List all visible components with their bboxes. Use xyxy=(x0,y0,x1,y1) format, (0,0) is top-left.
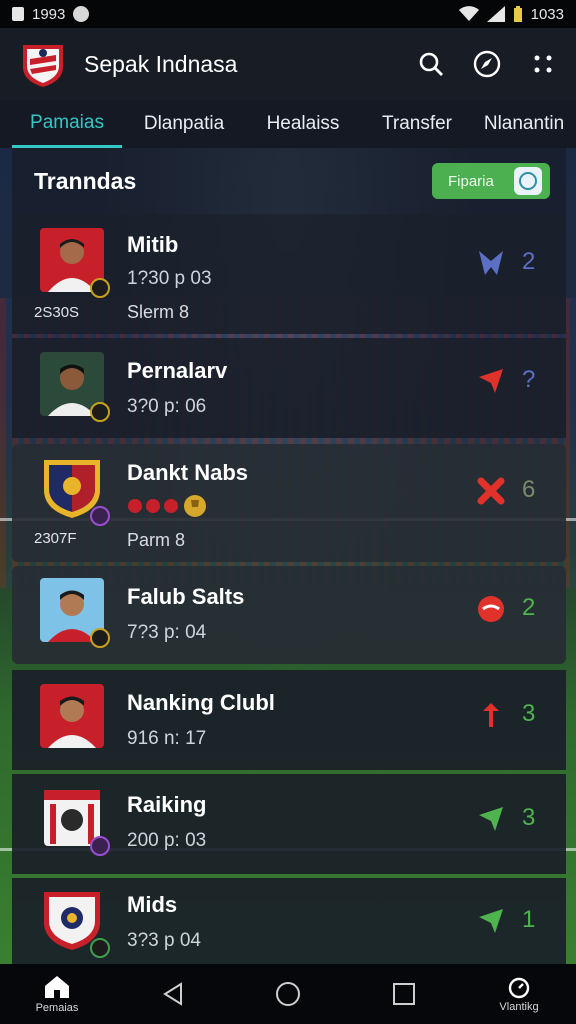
nav-home-label: Pemaias xyxy=(35,1002,79,1014)
red-form-icon xyxy=(128,499,178,513)
search-icon xyxy=(419,52,443,76)
down-arrow-icon xyxy=(476,248,506,278)
status-time: 1993 xyxy=(32,5,66,23)
item-sub-number: 2S30S xyxy=(34,304,80,321)
item-name: Mids xyxy=(127,892,178,917)
tab-nlanantin[interactable]: Nlanantin xyxy=(472,100,576,148)
tab-healaiss[interactable]: Healaiss xyxy=(244,100,362,148)
main-content: Tranndas Fiparia 2S30S Mitib 1?30 p 03 S… xyxy=(12,148,566,964)
list-item[interactable]: 2S30S Mitib 1?30 p 03 Slerm 8 2 xyxy=(12,214,566,334)
item-detail: 3?0 p: 06 xyxy=(127,396,207,417)
status-bar: 1993 1033 xyxy=(0,0,576,28)
item-name: Pernalarv xyxy=(127,358,228,383)
more-button[interactable] xyxy=(528,49,558,79)
sim-card-icon xyxy=(12,7,24,21)
compass-button[interactable] xyxy=(472,49,502,79)
list-item[interactable]: 2307F Dankt Nabs Parm 8 6 xyxy=(12,444,566,562)
item-detail: 3?3 p 04 xyxy=(127,930,201,951)
bottom-nav-bar: Pemaias Vlantikg xyxy=(0,964,576,1024)
trend-value: 6 xyxy=(522,476,536,503)
tab-dlanpatia[interactable]: Dlanpatia xyxy=(124,100,244,148)
item-detail: 1?30 p 03 xyxy=(127,268,212,289)
nav-right-button[interactable]: Vlantikg xyxy=(474,975,564,1013)
item-sub-number: 2307F xyxy=(34,530,77,547)
club-badge-icon xyxy=(90,278,110,298)
list-item[interactable]: Falub Salts 7?3 p: 04 2 xyxy=(12,566,566,664)
nav-home-button[interactable]: Pemaias xyxy=(12,974,102,1014)
club-badge-icon xyxy=(90,938,110,958)
green-up-arrow-icon xyxy=(476,906,506,936)
filter-label: Fiparia xyxy=(448,172,494,190)
list-item[interactable]: Pernalarv 3?0 p: 06 ? xyxy=(12,338,566,438)
back-icon xyxy=(162,982,182,1006)
trend-value: 2 xyxy=(522,248,536,275)
nav-right-label: Vlantikg xyxy=(499,1001,539,1013)
more-icon xyxy=(534,55,552,73)
item-name: Dankt Nabs xyxy=(127,460,249,485)
item-extra: Parm 8 xyxy=(127,530,186,550)
trend-value: ? xyxy=(522,366,536,393)
filter-toggle[interactable]: Fiparia xyxy=(432,163,550,199)
item-name: Nanking Clubl xyxy=(127,690,275,715)
item-extra: Slerm 8 xyxy=(127,302,190,322)
club-badge-icon xyxy=(90,402,110,422)
tab-transfer[interactable]: Transfer xyxy=(362,100,472,148)
club-badge-icon xyxy=(90,836,110,856)
form-icons xyxy=(127,494,207,518)
item-name: Mitib xyxy=(127,232,179,257)
club-badge-icon xyxy=(90,628,110,648)
recents-icon xyxy=(392,983,415,1005)
recents-button[interactable] xyxy=(359,982,449,1006)
red-ball-icon xyxy=(476,594,506,624)
item-name: Falub Salts xyxy=(127,584,245,609)
green-up-arrow-icon xyxy=(476,804,506,834)
toggle-knob xyxy=(514,167,542,195)
item-detail: 7?3 p: 04 xyxy=(127,622,207,643)
signal-icon xyxy=(486,6,505,22)
list-item[interactable]: Mids 3?3 p 04 1 xyxy=(12,878,566,964)
notification-icon xyxy=(73,6,90,22)
list-item[interactable]: Raiking 200 p: 03 3 xyxy=(12,774,566,874)
item-name: Raiking xyxy=(127,792,207,817)
section-title: Tranndas xyxy=(34,167,137,194)
item-detail: 916 n: 17 xyxy=(127,728,207,749)
home-icon xyxy=(45,976,69,998)
red-cross-icon xyxy=(476,476,506,506)
trophy-icon xyxy=(184,495,206,517)
trend-value: 1 xyxy=(522,906,536,933)
app-title: Sepak Indnasa xyxy=(84,50,238,77)
club-badge-icon xyxy=(90,506,110,526)
tab-pamaias[interactable]: Pamaias xyxy=(12,100,122,148)
back-button[interactable] xyxy=(128,982,218,1006)
app-bar: Sepak Indnasa xyxy=(0,28,576,100)
home-circle-button[interactable] xyxy=(243,981,333,1007)
status-clock: 1033 xyxy=(530,5,564,23)
red-up-arrow-icon xyxy=(476,366,506,396)
compass-icon xyxy=(473,50,501,78)
trend-value: 3 xyxy=(522,700,536,727)
circle-home-icon xyxy=(276,982,300,1006)
item-detail: 200 p: 03 xyxy=(127,830,207,851)
wifi-icon xyxy=(458,6,479,22)
player-avatar xyxy=(40,684,104,748)
list-item[interactable]: Nanking Clubl 916 n: 17 3 xyxy=(12,670,566,770)
search-button[interactable] xyxy=(416,49,446,79)
tab-bar: Pamaias Dlanpatia Healaiss Transfer Nlan… xyxy=(0,100,576,148)
red-flag-icon xyxy=(476,700,506,730)
section-header: Tranndas Fiparia xyxy=(12,148,566,214)
stopwatch-icon xyxy=(508,977,530,999)
battery-icon xyxy=(513,6,523,22)
club-logo xyxy=(23,45,63,87)
trend-value: 3 xyxy=(522,804,536,831)
trend-value: 2 xyxy=(522,594,536,621)
